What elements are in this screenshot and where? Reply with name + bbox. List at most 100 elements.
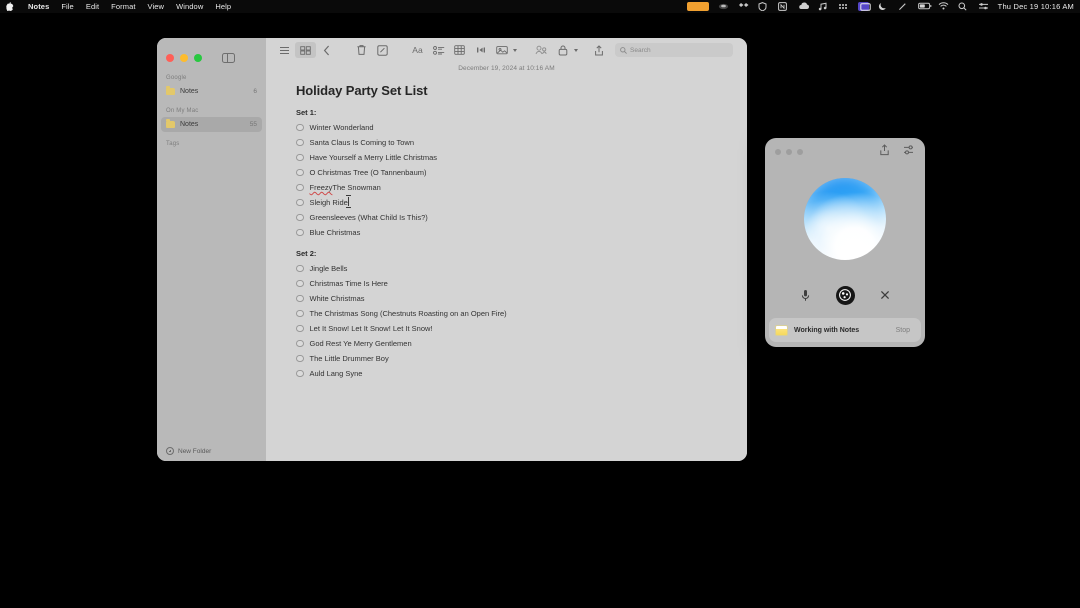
back-icon[interactable] [316, 42, 337, 58]
checklist-item[interactable]: Jingle Bells [296, 261, 725, 276]
vpn-icon[interactable] [718, 2, 729, 11]
checkbox[interactable] [296, 280, 304, 288]
assistant-active-icon[interactable] [836, 286, 855, 305]
assistant-status-bar: Working with Notes Stop [769, 318, 921, 342]
checklist-item[interactable]: Greensleeves (What Child Is This?) [296, 210, 725, 225]
cloud-icon[interactable] [798, 2, 809, 11]
apple-logo-icon[interactable] [6, 2, 14, 11]
delete-icon[interactable] [351, 42, 372, 58]
sidebar-toggle-icon[interactable] [222, 53, 235, 63]
checkbox[interactable] [296, 139, 304, 147]
music-note-icon[interactable] [818, 2, 829, 11]
shield-icon[interactable] [758, 2, 769, 11]
screen-mirroring-icon[interactable] [858, 2, 869, 11]
wifi-icon[interactable] [938, 2, 949, 11]
menu-item-file[interactable]: File [61, 2, 74, 11]
checkbox[interactable] [296, 265, 304, 273]
checkbox[interactable] [296, 199, 304, 207]
menu-bar-clock[interactable]: Thu Dec 19 10:16 AM [998, 2, 1074, 11]
collaborate-icon[interactable] [531, 42, 552, 58]
checklist-item[interactable]: The Christmas Song (Chestnuts Roasting o… [296, 306, 725, 321]
sidebar-section-tags: Tags [157, 132, 266, 150]
close-window-button[interactable] [166, 54, 174, 62]
chevron-down-icon[interactable] [574, 49, 578, 52]
share-icon[interactable] [588, 42, 609, 58]
format-icon[interactable]: Aa [407, 42, 428, 58]
table-icon[interactable] [449, 42, 470, 58]
checklist-item[interactable]: God Rest Ye Merry Gentlemen [296, 336, 725, 351]
checklist-icon[interactable] [428, 42, 449, 58]
search-icon[interactable] [958, 2, 969, 11]
menu-item-window[interactable]: Window [176, 2, 203, 11]
checklist-item[interactable]: Winter Wonderland [296, 120, 725, 135]
checklist-item[interactable]: The Little Drummer Boy [296, 351, 725, 366]
checklist-item[interactable]: O Christmas Tree (O Tannenbaum) [296, 165, 725, 180]
search-input[interactable]: Search [615, 43, 733, 57]
checkbox[interactable] [296, 295, 304, 303]
checklist-item[interactable]: Have Yourself a Merry Little Christmas [296, 150, 725, 165]
checklist-item-label: Jingle Bells [310, 264, 348, 273]
new-folder-label: New Folder [178, 448, 211, 455]
checklist-item[interactable]: Blue Christmas [296, 225, 725, 240]
checkbox[interactable] [296, 184, 304, 192]
menu-bar-left: Notes File Edit Format View Window Help [6, 2, 231, 11]
checklist-item[interactable]: Christmas Time Is Here [296, 276, 725, 291]
grid-dots-icon[interactable] [838, 2, 849, 11]
new-folder-button[interactable]: New Folder [157, 447, 211, 455]
checkbox[interactable] [296, 229, 304, 237]
checkbox[interactable] [296, 124, 304, 132]
close-icon[interactable] [877, 287, 894, 304]
checklist-item-label: Santa Claus Is Coming to Town [310, 138, 415, 147]
moon-icon[interactable] [878, 2, 889, 11]
checkbox[interactable] [296, 169, 304, 177]
link-icon[interactable] [470, 42, 491, 58]
lock-icon[interactable] [552, 42, 573, 58]
menu-item-format[interactable]: Format [111, 2, 135, 11]
chevron-down-icon[interactable] [513, 49, 517, 52]
gallery-view-icon[interactable] [295, 42, 316, 58]
control-center-icon[interactable] [978, 2, 989, 11]
checklist-item[interactable]: Auld Lang Syne [296, 366, 725, 381]
share-icon[interactable] [879, 143, 890, 161]
badge-orange-indicator-icon[interactable] [687, 2, 709, 11]
menu-item-view[interactable]: View [148, 2, 165, 11]
checkbox[interactable] [296, 325, 304, 333]
notion-icon[interactable] [778, 2, 789, 11]
checkbox[interactable] [296, 214, 304, 222]
checkbox[interactable] [296, 310, 304, 318]
minimize-window-button[interactable] [786, 149, 792, 155]
checklist-item[interactable]: Santa Claus Is Coming to Town [296, 135, 725, 150]
sidebar-item-count: 6 [253, 88, 257, 95]
stop-button[interactable]: Stop [891, 325, 915, 336]
battery-icon[interactable] [918, 2, 929, 11]
settings-sliders-icon[interactable] [903, 143, 915, 161]
checkbox[interactable] [296, 154, 304, 162]
checklist-item-label: Blue Christmas [310, 228, 361, 237]
list-view-icon[interactable] [274, 42, 295, 58]
note-content[interactable]: December 19, 2024 at 10:16 AM Holiday Pa… [266, 62, 747, 461]
media-icon[interactable] [491, 42, 512, 58]
pencil-icon[interactable] [898, 2, 909, 11]
folder-icon [166, 88, 175, 95]
sidebar-item-on-my-mac-notes[interactable]: Notes 55 [161, 117, 262, 132]
checkbox[interactable] [296, 355, 304, 363]
menu-item-help[interactable]: Help [215, 2, 231, 11]
checklist-item-label: Christmas Time Is Here [310, 279, 388, 288]
sidebar-item-google-notes[interactable]: Notes 6 [161, 84, 262, 99]
compose-icon[interactable] [372, 42, 393, 58]
checklist-item[interactable]: White Christmas [296, 291, 725, 306]
dropbox-icon[interactable] [738, 2, 749, 11]
menu-item-notes[interactable]: Notes [28, 2, 49, 11]
microphone-icon[interactable] [797, 287, 814, 304]
checklist-item[interactable]: Freezy The Snowman [296, 180, 725, 195]
checklist-item[interactable]: Sleigh Ride [296, 195, 725, 210]
plus-circle-icon [166, 447, 174, 455]
checkbox[interactable] [296, 370, 304, 378]
checkbox[interactable] [296, 340, 304, 348]
menu-item-edit[interactable]: Edit [86, 2, 99, 11]
checklist-item[interactable]: Let It Snow! Let It Snow! Let It Snow! [296, 321, 725, 336]
close-window-button[interactable] [775, 149, 781, 155]
zoom-window-button[interactable] [797, 149, 803, 155]
zoom-window-button[interactable] [194, 54, 202, 62]
minimize-window-button[interactable] [180, 54, 188, 62]
